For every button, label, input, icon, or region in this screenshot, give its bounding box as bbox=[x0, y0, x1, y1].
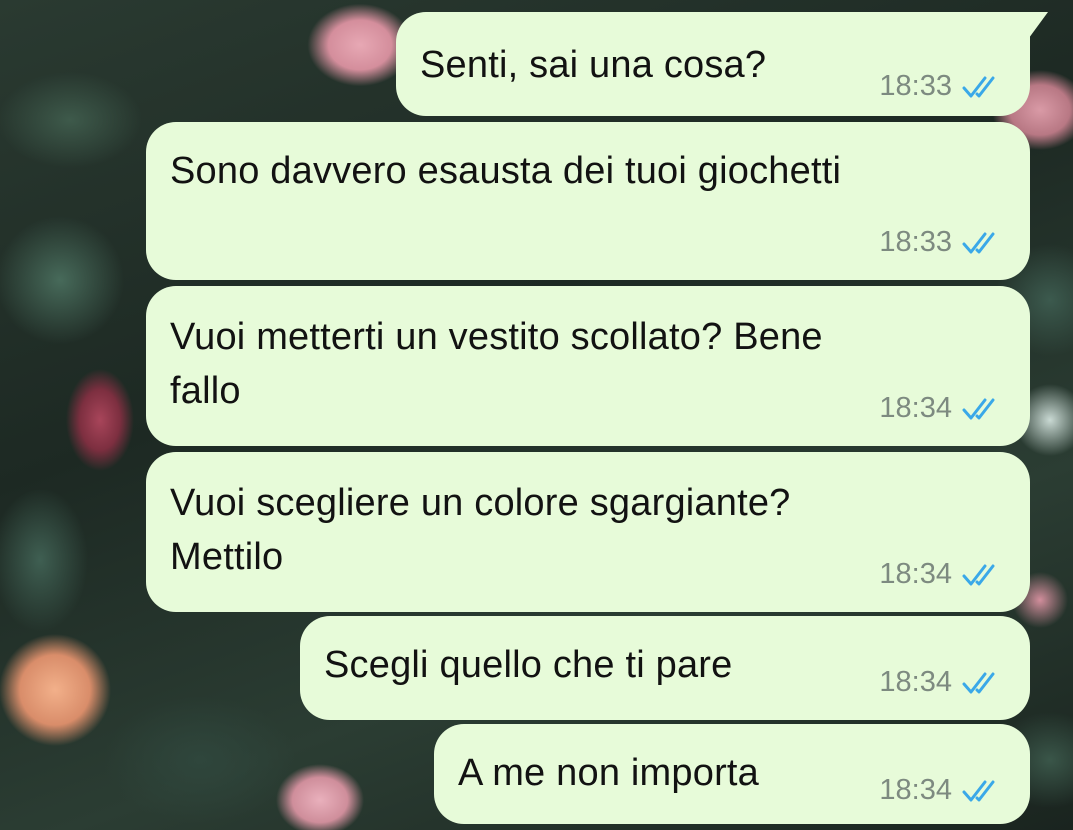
double-check-read-icon bbox=[962, 672, 995, 693]
bubble-tail bbox=[1008, 12, 1048, 42]
message-time: 18:33 bbox=[879, 226, 952, 258]
message-bubble[interactable]: A me non importa 18:34 bbox=[434, 724, 1030, 824]
message-time: 18:34 bbox=[879, 666, 952, 698]
message-time: 18:34 bbox=[879, 774, 952, 806]
message-bubble[interactable]: Sono davvero esausta dei tuoi giochetti … bbox=[146, 122, 1030, 280]
message-time: 18:33 bbox=[879, 70, 952, 102]
message-bubble[interactable]: Senti, sai una cosa? 18:33 bbox=[396, 12, 1048, 116]
message-meta: 18:34 bbox=[879, 774, 1000, 807]
message-list[interactable]: Senti, sai una cosa? 18:33 Sono davvero … bbox=[0, 0, 1073, 830]
message-meta: 18:33 bbox=[879, 226, 1000, 259]
message-meta: 18:34 bbox=[879, 558, 1000, 591]
message-text: Scegli quello che ti pare bbox=[324, 644, 733, 686]
double-check-read-icon bbox=[962, 780, 995, 801]
message-bubble[interactable]: Scegli quello che ti pare 18:34 bbox=[300, 616, 1030, 720]
double-check-read-icon bbox=[962, 232, 995, 253]
double-check-read-icon bbox=[962, 398, 995, 419]
double-check-read-icon bbox=[962, 564, 995, 585]
message-meta: 18:34 bbox=[879, 392, 1000, 425]
message-text: Vuoi scegliere un colore sgargiante? Met… bbox=[170, 482, 791, 578]
double-check-read-icon bbox=[962, 76, 995, 97]
message-meta: 18:34 bbox=[879, 666, 1000, 699]
message-time: 18:34 bbox=[879, 392, 952, 424]
message-bubble[interactable]: Vuoi scegliere un colore sgargiante? Met… bbox=[146, 452, 1030, 612]
message-text: Senti, sai una cosa? bbox=[420, 44, 767, 86]
message-text: A me non importa bbox=[458, 752, 760, 794]
message-text: Vuoi metterti un vestito scollato? Bene … bbox=[170, 316, 823, 412]
message-text: Sono davvero esausta dei tuoi giochetti bbox=[170, 150, 842, 192]
message-bubble[interactable]: Vuoi metterti un vestito scollato? Bene … bbox=[146, 286, 1030, 446]
message-time: 18:34 bbox=[879, 558, 952, 590]
message-meta: 18:33 bbox=[879, 70, 1000, 103]
